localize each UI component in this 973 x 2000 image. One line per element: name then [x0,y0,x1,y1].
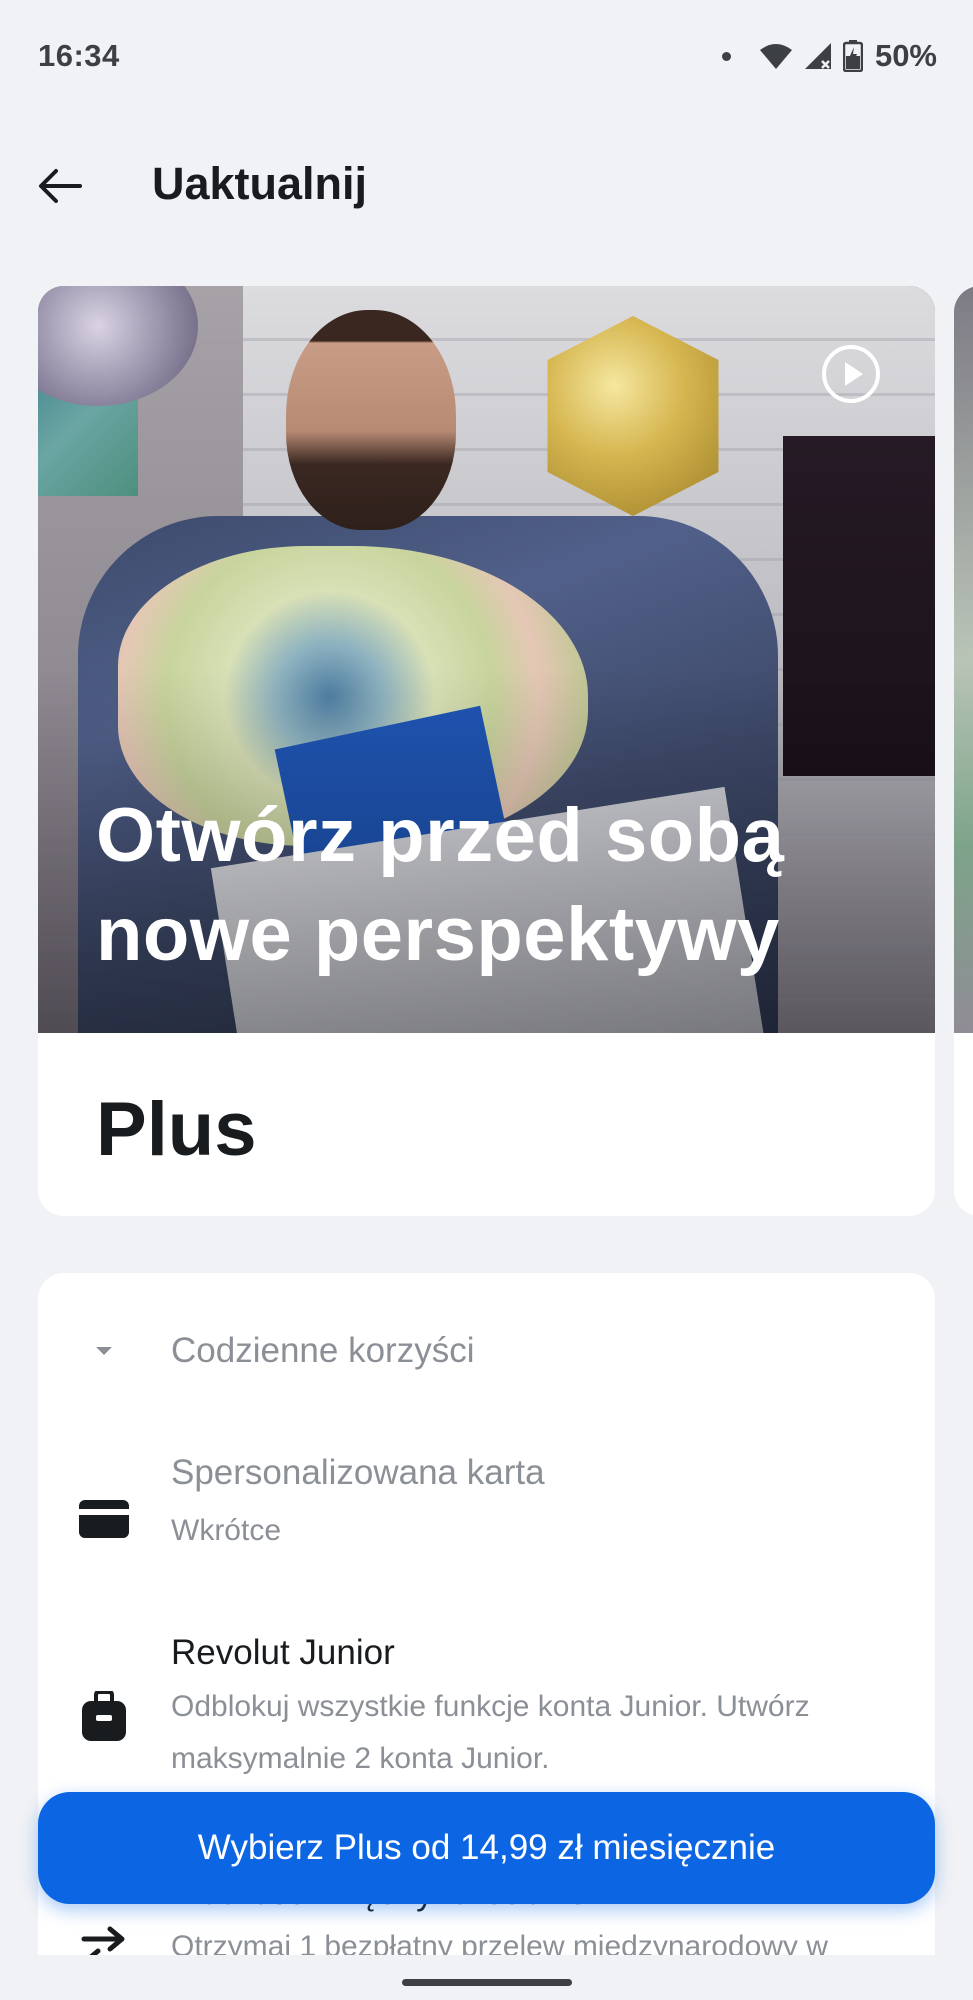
next-plan-hero [954,286,973,1033]
page-title: Uaktualnij [152,158,368,209]
benefit-item[interactable]: Spersonalizowana karta Wkrótce [38,1453,935,1583]
back-button[interactable] [28,154,92,218]
section-title: Codzienne korzyści [171,1331,475,1370]
notification-dot-icon [721,51,731,61]
cell-signal-icon [804,43,831,69]
battery-percent: 50% [874,38,937,73]
card-icon [76,1491,132,1547]
status-icons: 50% [721,38,937,74]
top-app-bar: Uaktualnij [0,140,973,230]
status-time: 16:34 [38,38,120,73]
next-plan-card-peek[interactable] [954,286,973,1216]
status-bar: 16:34 50% [0,0,973,110]
battery-icon [842,40,863,72]
caret-down-icon [96,1347,112,1355]
benefits-section-toggle[interactable]: Codzienne korzyści [38,1313,935,1393]
benefit-title: Spersonalizowana karta [171,1453,545,1492]
play-icon[interactable] [819,342,883,406]
benefit-subtitle: Odblokuj wszystkie funkcje konta Junior.… [171,1690,810,1775]
wifi-icon [759,44,792,69]
plan-card[interactable]: Otwórz przed sobą nowe perspektywy Plus [38,286,935,1216]
benefit-item[interactable]: Revolut Junior Odblokuj wszystkie funkcj… [38,1633,935,1793]
plan-name: Plus [96,1087,257,1172]
choose-plan-label: Wybierz Plus od 14,99 zł miesięcznie [197,1828,776,1867]
benefit-title: Revolut Junior [171,1633,395,1672]
hero-person-head [286,310,456,530]
hero-title: Otwórz przed sobą nowe perspektywy [96,793,785,977]
backpack-icon [76,1689,132,1745]
hero-video-thumbnail[interactable]: Otwórz przed sobą nowe perspektywy [38,286,935,1033]
benefit-subtitle: Wkrótce [171,1514,282,1547]
arrow-left-icon [39,169,82,203]
choose-plan-button[interactable]: Wybierz Plus od 14,99 zł miesięcznie [38,1792,935,1904]
gesture-nav-handle[interactable] [402,1979,572,1986]
bottom-navigation-area [0,1955,973,2000]
